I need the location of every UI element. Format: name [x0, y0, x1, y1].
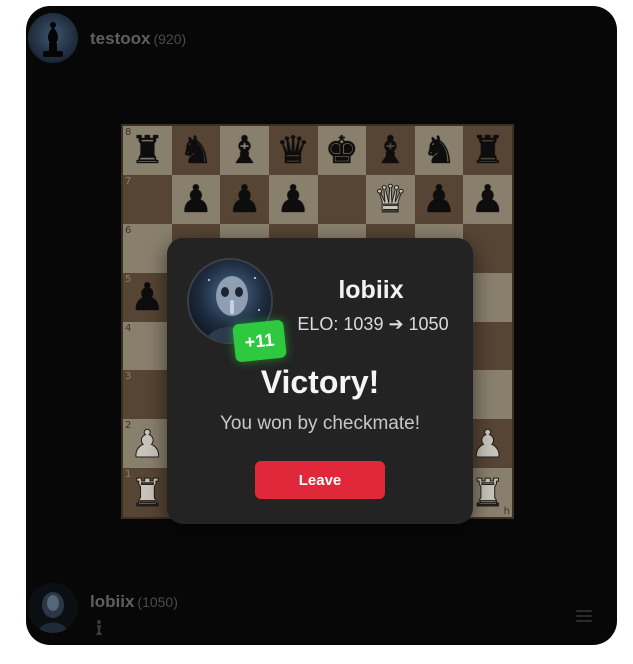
- rank-label: 1: [125, 469, 132, 481]
- elo-summary: ELO: 1039 ➔ 1050: [297, 314, 449, 334]
- opponent-name: testoox (920): [90, 29, 186, 49]
- result-title: Victory!: [260, 364, 380, 400]
- black-queen-icon[interactable]: ♛: [276, 131, 310, 169]
- black-pawn-icon[interactable]: ♟: [130, 278, 164, 316]
- board-square-c7[interactable]: ♟: [220, 174, 269, 224]
- black-pawn-icon[interactable]: ♟: [179, 180, 213, 218]
- rank-label: 3: [125, 371, 132, 383]
- winner-name: lobiix: [338, 276, 404, 304]
- file-label: h: [503, 506, 510, 517]
- black-rook-icon[interactable]: ♜: [130, 131, 164, 169]
- black-knight-icon[interactable]: ♞: [179, 131, 213, 169]
- board-square-f8[interactable]: ♝: [366, 126, 415, 175]
- black-bishop-icon[interactable]: ♝: [228, 131, 262, 169]
- black-pawn-icon[interactable]: ♟: [228, 180, 262, 218]
- black-knight-icon[interactable]: ♞: [422, 131, 456, 169]
- board-square-d7[interactable]: ♟: [268, 174, 318, 224]
- board-square-h8[interactable]: ♜: [463, 126, 512, 175]
- player-name-text: lobiix: [90, 592, 135, 611]
- board-square-c8[interactable]: ♝: [220, 126, 269, 175]
- white-rook-icon[interactable]: ♜: [130, 473, 165, 512]
- game-result-modal: +11 lobiix ELO: 1039 ➔ 1050 Victory! You…: [167, 238, 473, 524]
- white-rook-icon[interactable]: ♜: [470, 473, 505, 512]
- leave-button[interactable]: Leave: [255, 461, 385, 499]
- rank-label: 7: [125, 175, 132, 187]
- black-bishop-icon[interactable]: ♝: [373, 131, 407, 169]
- black-pawn-icon[interactable]: ♟: [276, 180, 310, 218]
- board-square-a5[interactable]: 5 ♟: [123, 272, 172, 322]
- elo-change-badge: +11: [232, 319, 287, 363]
- black-rook-icon[interactable]: ♜: [471, 131, 505, 169]
- board-square-b8[interactable]: ♞: [171, 126, 221, 175]
- board-square-e7[interactable]: [317, 174, 367, 224]
- rank-label: 2: [125, 420, 132, 432]
- rank-label: 6: [125, 224, 132, 236]
- opponent-elo: (920): [153, 31, 187, 47]
- board-square-d8[interactable]: ♛: [268, 126, 318, 175]
- result-subtitle: You won by checkmate!: [220, 413, 420, 434]
- board-square-h7[interactable]: ♟: [463, 174, 512, 224]
- board-square-a8[interactable]: 8 ♜: [123, 126, 172, 175]
- player-elo: (1050): [137, 594, 178, 610]
- rank-label: 5: [125, 273, 132, 285]
- opponent-name-text: testoox: [90, 29, 151, 48]
- player-name: lobiix (1050): [90, 592, 178, 612]
- white-queen-icon[interactable]: ♛: [373, 180, 408, 219]
- board-square-e8[interactable]: ♚: [317, 126, 367, 175]
- player-bar: lobiix (1050): [26, 575, 617, 645]
- rank-label: 8: [125, 127, 132, 138]
- white-pawn-icon[interactable]: ♟: [470, 424, 505, 463]
- opponent-bar: testoox (920): [26, 8, 617, 68]
- board-square-a1[interactable]: 1 ♜: [123, 468, 172, 517]
- board-square-a7[interactable]: 7: [123, 174, 172, 224]
- board-square-g7[interactable]: ♟: [414, 174, 464, 224]
- board-square-a3[interactable]: 3: [123, 370, 172, 420]
- white-pawn-icon: [92, 618, 106, 638]
- board-square-a4[interactable]: 4: [123, 321, 172, 371]
- board-square-f7[interactable]: ♛: [366, 174, 415, 224]
- board-square-a6[interactable]: 6: [123, 223, 172, 273]
- rank-label: 4: [125, 322, 132, 334]
- white-pawn-icon[interactable]: ♟: [130, 424, 165, 463]
- board-square-g8[interactable]: ♞: [414, 126, 464, 175]
- menu-icon[interactable]: [576, 610, 592, 624]
- board-square-a2[interactable]: 2 ♟: [123, 419, 172, 469]
- black-pawn-icon[interactable]: ♟: [422, 180, 456, 218]
- hooded-figure-avatar-icon: [28, 583, 78, 633]
- black-bishop-avatar-icon: [28, 13, 78, 63]
- black-king-icon[interactable]: ♚: [325, 131, 359, 169]
- game-window: testoox (920) 8 ♜ ♞ ♝ ♛ ♚ ♝ ♞ ♜ 7 ♟ ♟ ♟ ♛ ♟ ♟ 6 5 ♟ 4 3 2 ♟ ♟ 1 ♜ h…: [26, 6, 617, 645]
- board-square-b7[interactable]: ♟: [171, 174, 221, 224]
- black-pawn-icon[interactable]: ♟: [471, 180, 505, 218]
